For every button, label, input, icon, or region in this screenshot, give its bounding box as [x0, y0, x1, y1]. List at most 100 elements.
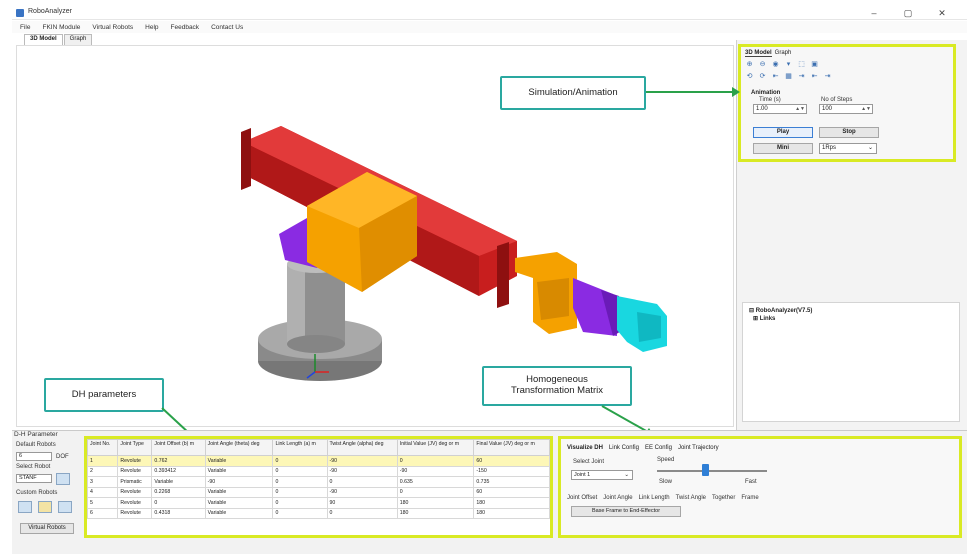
table-cell[interactable]: Variable [204, 486, 274, 498]
table-cell[interactable]: 60 [473, 486, 550, 498]
table-cell[interactable]: 180 [396, 507, 475, 519]
tab-ee-config[interactable]: EE Config [645, 445, 672, 451]
menu-feedback[interactable]: Feedback [171, 24, 200, 31]
close-button[interactable]: ✕ [925, 6, 959, 20]
spin-arrows-icon[interactable]: ▲▼ [861, 105, 871, 113]
render-icon[interactable]: ▣ [810, 61, 819, 69]
table-cell[interactable]: 0 [272, 465, 328, 477]
table-cell[interactable]: -90 [326, 486, 398, 498]
custom-robot-new-button[interactable] [18, 501, 32, 513]
table-cell[interactable]: 90 [326, 497, 398, 509]
zoom-in-icon[interactable]: ⊕ [745, 61, 754, 69]
table-cell[interactable]: Revolute [117, 465, 153, 477]
custom-robot-open-button[interactable] [38, 501, 52, 513]
table-row[interactable]: 4 Revolute 0.2268 Variable 0 -90 0 60 [87, 486, 550, 498]
menu-fkin-module[interactable]: FKIN Module [42, 24, 80, 31]
robot-select[interactable]: STANF [16, 474, 52, 483]
view-dropdown-icon[interactable]: ▾ [784, 61, 793, 69]
table-cell[interactable]: Variable [204, 465, 274, 477]
stop-button[interactable]: Stop [819, 127, 879, 138]
table-cell[interactable]: 4 [87, 486, 119, 498]
virtual-robots-button[interactable]: Virtual Robots [20, 523, 74, 534]
grid-icon[interactable]: ▦ [784, 73, 793, 81]
menu-contact-us[interactable]: Contact Us [211, 24, 243, 31]
rotate-right-icon[interactable]: ⟳ [758, 73, 767, 81]
tree-item-links[interactable]: ⊞ Links [753, 315, 775, 322]
table-cell[interactable]: Revolute [117, 497, 153, 509]
table-cell[interactable]: Variable [204, 497, 274, 509]
maximize-button[interactable]: ▢ [891, 6, 925, 20]
table-cell[interactable]: Prismatic [117, 476, 153, 488]
minimize-button[interactable]: – [857, 6, 891, 20]
menu-file[interactable]: File [20, 24, 30, 31]
table-cell[interactable]: 6 [87, 507, 119, 519]
table-cell[interactable]: 0 [326, 476, 398, 488]
time-input[interactable]: 1.00 ▲▼ [753, 104, 807, 114]
param-link-length[interactable]: Link Length [639, 495, 670, 501]
rotate-left-icon[interactable]: ⟲ [745, 73, 754, 81]
param-twist-angle[interactable]: Twist Angle [676, 495, 706, 501]
zoom-out-icon[interactable]: ⊖ [758, 61, 767, 69]
param-frame[interactable]: Frame [741, 495, 758, 501]
table-cell[interactable]: 0 [396, 455, 475, 467]
mini-button[interactable]: Mini [753, 143, 813, 154]
table-cell[interactable]: 0 [272, 476, 328, 488]
table-cell[interactable]: Revolute [117, 455, 153, 467]
table-row[interactable]: 6 Revolute 0.4318 Variable 0 0 180 180 [87, 507, 550, 519]
speed-slider-thumb[interactable] [702, 464, 709, 476]
table-row[interactable]: 2 Revolute 0.393412 Variable 0 -90 -90 -… [87, 465, 550, 477]
table-cell[interactable]: 0 [326, 507, 398, 519]
table-cell[interactable]: Variable [204, 455, 274, 467]
param-joint-offset[interactable]: Joint Offset [567, 495, 597, 501]
table-cell[interactable]: Variable [151, 476, 206, 488]
table-cell[interactable]: 0 [272, 497, 328, 509]
steps-input[interactable]: 100 ▲▼ [819, 104, 873, 114]
control-tab-3d-model[interactable]: 3D Model [745, 50, 772, 57]
table-cell[interactable]: 1 [87, 455, 119, 467]
table-cell[interactable]: 5 [87, 497, 119, 509]
tab-graph[interactable]: Graph [63, 34, 93, 45]
param-joint-angle[interactable]: Joint Angle [603, 495, 632, 501]
table-cell[interactable]: 2 [87, 465, 119, 477]
tab-3d-model[interactable]: 3D Model [24, 34, 63, 45]
menu-help[interactable]: Help [145, 24, 158, 31]
table-cell[interactable]: 0 [272, 507, 328, 519]
menu-virtual-robots[interactable]: Virtual Robots [92, 24, 133, 31]
table-cell[interactable]: 180 [396, 497, 475, 509]
view-icon[interactable]: ◉ [771, 61, 780, 69]
table-cell[interactable]: 60 [473, 455, 550, 467]
table-row[interactable]: 5 Revolute 0 Variable 0 90 180 180 [87, 497, 550, 509]
table-cell[interactable]: -150 [473, 465, 550, 477]
table-cell[interactable]: 0.735 [473, 476, 550, 488]
fit-icon[interactable]: ⬚ [797, 61, 806, 69]
table-cell[interactable]: 3 [87, 476, 119, 488]
table-cell[interactable]: Revolute [117, 507, 153, 519]
table-cell[interactable]: 0.762 [151, 455, 206, 467]
step-back-icon[interactable]: ⇤ [810, 73, 819, 81]
param-together[interactable]: Together [712, 495, 735, 501]
table-cell[interactable]: 180 [473, 507, 550, 519]
table-row[interactable]: 3 Prismatic Variable -90 0 0 0.635 0.735 [87, 476, 550, 488]
table-cell[interactable]: -90 [326, 465, 398, 477]
joint-select[interactable]: Joint 1 ⌄ [571, 470, 633, 480]
first-frame-icon[interactable]: ⇤ [771, 73, 780, 81]
last-frame-icon[interactable]: ⇥ [797, 73, 806, 81]
spin-arrows-icon[interactable]: ▲▼ [795, 105, 805, 113]
speed-slider-track[interactable] [657, 470, 767, 472]
play-button[interactable]: Play [753, 127, 813, 138]
table-cell[interactable]: 0 [272, 455, 328, 467]
tree-item-root[interactable]: ⊟ RoboAnalyzer(V7.5) [749, 307, 812, 314]
control-tab-graph[interactable]: Graph [775, 50, 792, 57]
table-cell[interactable]: 0.2268 [151, 486, 206, 498]
table-cell[interactable]: 0 [272, 486, 328, 498]
load-robot-button[interactable] [56, 473, 70, 485]
table-cell[interactable]: 0.4318 [151, 507, 206, 519]
table-cell[interactable]: 0.635 [396, 476, 475, 488]
custom-robot-save-button[interactable] [58, 501, 72, 513]
table-cell[interactable]: 0 [396, 486, 475, 498]
table-cell[interactable]: 180 [473, 497, 550, 509]
speed-select[interactable]: 1Rps ⌄ [819, 143, 877, 154]
table-row[interactable]: 1 Revolute 0.762 Variable 0 -90 0 60 [87, 455, 550, 467]
tab-link-config[interactable]: Link Config [609, 445, 639, 451]
table-cell[interactable]: -90 [326, 455, 398, 467]
